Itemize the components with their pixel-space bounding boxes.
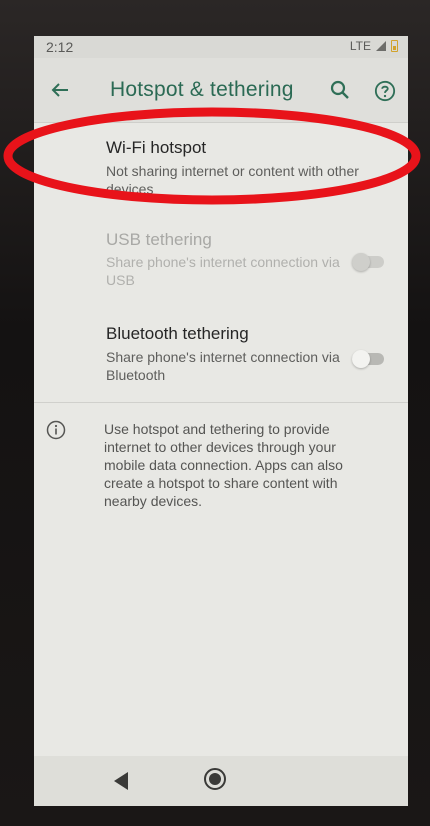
network-type: LTE [349, 39, 371, 53]
bluetooth-tethering-title: Bluetooth tethering [106, 324, 249, 343]
app-bar: Hotspot & tethering [34, 58, 408, 123]
wifi-hotspot-item[interactable]: Wi-Fi hotspot Not sharing internet or co… [34, 122, 408, 212]
usb-tethering-summary: Share phone's internet connection via US… [106, 254, 340, 288]
status-time: 2:12 [46, 39, 74, 55]
page-title: Hotspot & tethering [110, 78, 294, 101]
info-text: Use hotspot and tethering to provide int… [104, 421, 343, 509]
bluetooth-tethering-switch[interactable] [352, 350, 386, 368]
battery-icon [391, 40, 398, 52]
status-icons: LTE [350, 39, 398, 53]
usb-tethering-item: USB tethering Share phone's internet con… [34, 212, 408, 298]
help-icon[interactable] [374, 80, 396, 102]
wifi-hotspot-summary: Not sharing internet or content with oth… [106, 163, 359, 197]
switch-thumb [352, 253, 370, 271]
status-bar: 2:12 LTE [34, 36, 408, 58]
navigation-bar [34, 756, 408, 806]
nav-home-icon[interactable] [204, 768, 226, 790]
info-icon [46, 420, 66, 440]
wifi-hotspot-title: Wi-Fi hotspot [106, 138, 207, 157]
screen: 2:12 LTE Hotspot & tethering Wi-Fi hotsp… [34, 36, 408, 806]
usb-tethering-title: USB tethering [106, 230, 212, 249]
switch-thumb [352, 350, 370, 368]
signal-icon [376, 41, 386, 51]
bluetooth-tethering-summary: Share phone's internet connection via Bl… [106, 349, 340, 383]
usb-tethering-switch [352, 253, 386, 271]
arrow-left-icon[interactable] [48, 78, 72, 102]
divider [34, 402, 408, 403]
bluetooth-tethering-item[interactable]: Bluetooth tethering Share phone's intern… [34, 306, 408, 398]
nav-back-icon[interactable] [114, 772, 128, 790]
phone-frame: 2:12 LTE Hotspot & tethering Wi-Fi hotsp… [0, 0, 430, 826]
search-icon[interactable] [328, 78, 352, 102]
